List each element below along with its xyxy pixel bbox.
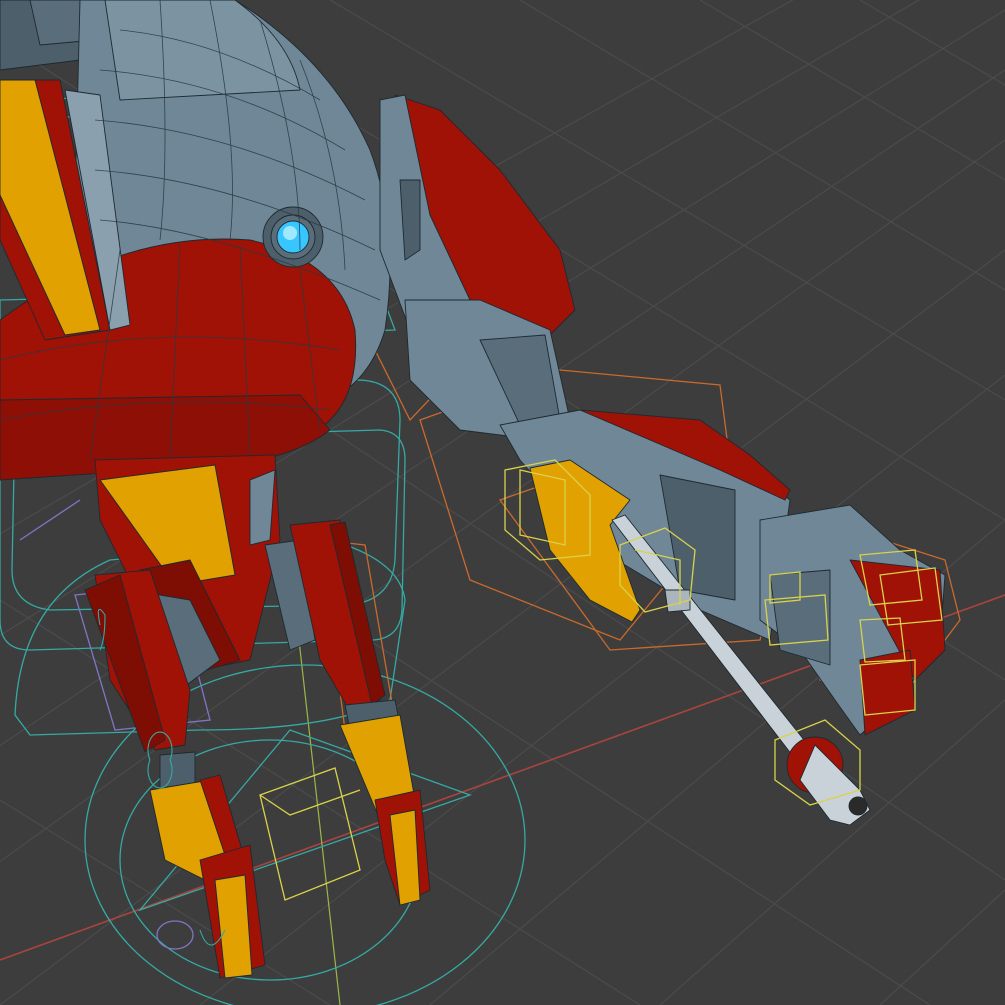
robot-arm[interactable] (379, 94, 946, 736)
viewport-scene[interactable] (0, 0, 1005, 1005)
robot-leg-right[interactable] (264, 519, 431, 906)
robot-torso[interactable] (0, 0, 391, 481)
3d-viewport[interactable] (0, 0, 1005, 1005)
